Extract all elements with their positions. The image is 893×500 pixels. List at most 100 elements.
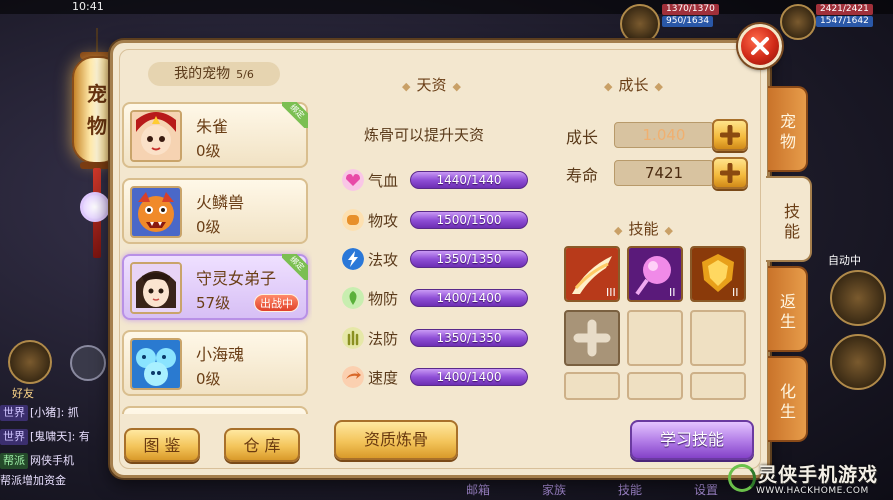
learn-skill-button[interactable]: 学习技能 [630, 420, 754, 460]
pet-name: 小海魂 [196, 345, 245, 364]
empty-skill-slot[interactable] [690, 372, 746, 400]
magic-shield-icon [342, 327, 364, 349]
chat-line: 帮派 网侠手机 [0, 453, 74, 469]
attribute-label: 速度 [368, 369, 399, 387]
storage-button[interactable]: 仓 库 [224, 428, 300, 462]
hp-stat: 1370/1370 [662, 4, 719, 15]
settings-label[interactable]: 设置 [694, 481, 718, 498]
pet-skill-button[interactable] [830, 334, 886, 390]
gallery-button[interactable]: 图 鉴 [124, 428, 200, 462]
family-label[interactable]: 家族 [542, 481, 566, 498]
pet-portrait[interactable] [780, 4, 816, 40]
microphone-icon[interactable] [70, 345, 106, 381]
growth-title-text: 成长 [618, 76, 649, 94]
skill-slot[interactable]: II [690, 246, 746, 302]
tab-pet[interactable]: 宠物 [768, 86, 808, 172]
skill-slot[interactable]: II [627, 246, 683, 302]
xiaohaihun-avatar [130, 338, 182, 390]
talent-title: ◆ 天资 ◆ [396, 74, 467, 95]
svg-text:II: II [669, 286, 676, 299]
fist-icon [342, 209, 364, 231]
growth-value-field: 1.040 [614, 122, 714, 148]
ornament-icon: ◆ [604, 80, 613, 93]
ornament-icon: ◆ [614, 224, 623, 237]
pet-name: 朱雀 [196, 117, 229, 136]
talent-subtitle: 炼骨可以提升天资 [364, 126, 485, 144]
heart-icon [342, 169, 364, 191]
shouling-avatar [130, 262, 182, 314]
pet-count: 5/6 [236, 68, 254, 81]
empty-skill-slot[interactable] [690, 310, 746, 366]
attribute-bar: 1400/1400 [410, 368, 528, 386]
chat-line: 世界 [鬼啸天]: 有 [0, 429, 90, 445]
skill-slot[interactable]: III [564, 246, 620, 302]
auto-battle-button[interactable] [830, 270, 886, 326]
attribute-bar: 1350/1350 [410, 329, 528, 347]
bound-tag: 绑定 [282, 102, 308, 128]
pet-hp-stat: 2421/2421 [816, 4, 873, 15]
zhuque-avatar [130, 110, 182, 162]
pet-name: 守灵女弟子 [196, 269, 277, 288]
watermark-url: WWW.HACKHOME.COM [756, 486, 869, 496]
friends-label: 好友 [12, 387, 34, 400]
mp-stat: 950/1634 [662, 16, 714, 27]
mail-label[interactable]: 邮箱 [466, 481, 490, 498]
pet-list-title-text: 我的宠物 [174, 66, 231, 82]
lightning-icon [342, 248, 364, 270]
attribute-label: 法攻 [368, 251, 399, 269]
attribute-bar: 1350/1350 [410, 250, 528, 268]
bound-label: 绑定 [282, 254, 308, 280]
attribute-magic-defense: 法防 1350/1350 [342, 326, 530, 350]
svg-text:II: II [732, 286, 739, 299]
tab-skills[interactable]: 技能 [766, 176, 812, 262]
watermark-logo-icon [728, 464, 756, 492]
pet-list-item[interactable]: 火鳞兽 0级 [122, 178, 308, 244]
pet-level: 0级 [196, 142, 221, 160]
orb-skill-icon: II [629, 248, 681, 300]
attribute-physical-defense: 物防 1400/1400 [342, 286, 530, 310]
bound-tag: 绑定 [282, 254, 308, 280]
empty-skill-slot[interactable] [627, 372, 683, 400]
attribute-magic-attack: 法攻 1350/1350 [342, 247, 530, 271]
life-plus-button[interactable] [712, 157, 748, 189]
shield-skill-icon: II [692, 248, 744, 300]
svg-text:III: III [606, 286, 616, 299]
pet-list[interactable]: 朱雀 0级 绑定 火鳞兽 0级 守灵女弟子 57级 出战中 绑定 小海魂 0级 [120, 94, 312, 414]
skill-label[interactable]: 技能 [618, 481, 642, 498]
tab-transform[interactable]: 化生 [768, 356, 808, 442]
speed-icon [342, 366, 364, 388]
refine-quality-button[interactable]: 资质炼骨 [334, 420, 458, 460]
status-time: 10:41 [72, 0, 104, 13]
pet-list-item[interactable]: 小海魂 0级 [122, 330, 308, 396]
status-bar [0, 0, 893, 14]
huolinshou-avatar [130, 186, 182, 238]
empty-skill-slot[interactable] [564, 372, 620, 400]
chat-line: 世界 [小猪]: 抓 [0, 405, 79, 421]
tab-rebirth[interactable]: 返生 [768, 266, 808, 352]
pet-list-item[interactable] [122, 406, 308, 414]
pet-list-item-selected[interactable]: 守灵女弟子 57级 出战中 绑定 [122, 254, 308, 320]
plus-icon [720, 125, 740, 145]
skills-title: ◆ 技能 ◆ [608, 218, 679, 239]
ornament-icon: ◆ [654, 80, 663, 93]
ornament-icon: ◆ [664, 224, 673, 237]
leaf-shield-icon [342, 287, 364, 309]
ornament-icon: ◆ [402, 80, 411, 93]
pet-list-item[interactable]: 朱雀 0级 绑定 [122, 102, 308, 168]
growth-title: ◆ 成长 ◆ [598, 74, 669, 95]
auto-battle-label: 自动中 [828, 254, 861, 267]
attribute-bar: 1400/1400 [410, 289, 528, 307]
attribute-label: 物攻 [368, 212, 399, 230]
pet-level: 0级 [196, 370, 221, 388]
growth-plus-button[interactable] [712, 119, 748, 151]
pet-mp-stat: 1547/1642 [816, 16, 873, 27]
close-button[interactable] [738, 24, 782, 68]
friends-icon[interactable] [8, 340, 52, 384]
player-portrait[interactable] [620, 4, 660, 44]
empty-skill-slot[interactable] [627, 310, 683, 366]
pet-level: 0级 [196, 218, 221, 236]
chat-line: 帮派增加资金 [0, 474, 66, 487]
lantern-charm-icon [80, 192, 110, 222]
growth-label: 成长 [566, 128, 599, 147]
add-skill-slot[interactable] [564, 310, 620, 366]
